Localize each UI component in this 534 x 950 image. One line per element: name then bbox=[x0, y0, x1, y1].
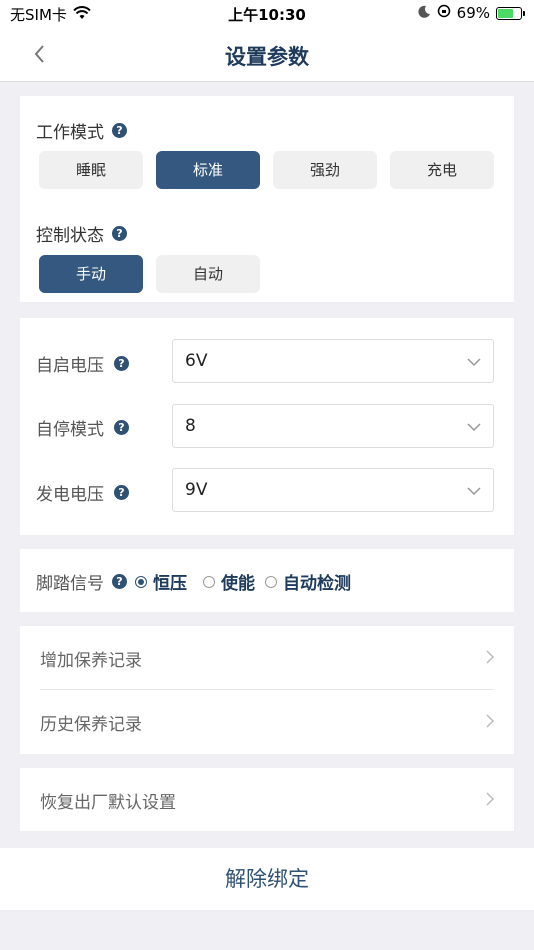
help-icon[interactable]: ? bbox=[112, 123, 127, 138]
unbind-button[interactable]: 解除绑定 bbox=[0, 848, 534, 910]
auto-stop-mode-value: 8 bbox=[185, 416, 196, 436]
chevron-down-icon bbox=[467, 423, 481, 432]
mode-strong-button[interactable]: 强劲 bbox=[273, 151, 377, 189]
control-manual-button[interactable]: 手动 bbox=[39, 255, 143, 293]
mode-card: 工作模式 ? 睡眠 标准 强劲 充电 控制状态 ? 手动 自动 bbox=[20, 96, 514, 302]
nav-bar: 设置参数 bbox=[0, 28, 534, 82]
battery-icon bbox=[496, 6, 525, 20]
auto-start-voltage-select[interactable]: 6V bbox=[172, 339, 494, 383]
pedal-signal-label: 脚踏信号 bbox=[36, 574, 104, 594]
param-label-row: 自停模式 ? bbox=[36, 415, 129, 440]
generation-voltage-select[interactable]: 9V bbox=[172, 468, 494, 512]
radio-label: 使能 bbox=[221, 574, 255, 594]
history-maintenance-row[interactable]: 历史保养记录 bbox=[20, 690, 514, 753]
control-auto-button[interactable]: 自动 bbox=[156, 255, 260, 293]
chevron-right-icon bbox=[486, 792, 495, 806]
help-icon[interactable]: ? bbox=[112, 574, 127, 589]
chevron-right-icon bbox=[486, 650, 495, 664]
radio-unchecked-icon bbox=[203, 575, 215, 588]
radio-constant-voltage[interactable]: 恒压 bbox=[135, 569, 187, 594]
help-icon[interactable]: ? bbox=[112, 226, 127, 241]
maintenance-card: 增加保养记录 历史保养记录 bbox=[20, 626, 514, 754]
pedal-signal-row: 脚踏信号 ? 恒压 使能 自动检测 bbox=[36, 569, 351, 594]
radio-checked-icon bbox=[135, 575, 147, 588]
help-icon[interactable]: ? bbox=[114, 485, 129, 500]
chevron-right-icon bbox=[486, 714, 495, 728]
param-label-row: 发电电压 ? bbox=[36, 480, 129, 505]
chevron-down-icon bbox=[467, 487, 481, 496]
pedal-signal-card: 脚踏信号 ? 恒压 使能 自动检测 bbox=[20, 549, 514, 612]
radio-enable[interactable]: 使能 bbox=[203, 569, 255, 594]
work-mode-label: 工作模式 bbox=[36, 123, 104, 143]
auto-start-voltage-value: 6V bbox=[185, 351, 208, 371]
moon-icon bbox=[418, 4, 431, 22]
factory-reset-card: 恢复出厂默认设置 bbox=[20, 768, 514, 831]
history-maintenance-label: 历史保养记录 bbox=[40, 715, 142, 735]
add-maintenance-label: 增加保养记录 bbox=[40, 651, 142, 671]
generation-voltage-value: 9V bbox=[185, 480, 208, 500]
help-icon[interactable]: ? bbox=[114, 420, 129, 435]
radio-unchecked-icon bbox=[265, 575, 277, 588]
mode-sleep-button[interactable]: 睡眠 bbox=[39, 151, 143, 189]
battery-percent: 69% bbox=[456, 4, 490, 22]
status-bar: 无SIM卡 上午10:30 69% bbox=[0, 0, 534, 28]
mode-standard-button[interactable]: 标准 bbox=[156, 151, 260, 189]
chevron-down-icon bbox=[467, 358, 481, 367]
page-title: 设置参数 bbox=[225, 45, 309, 69]
add-maintenance-row[interactable]: 增加保养记录 bbox=[20, 626, 514, 690]
params-card: 自启电压 ? 6V 自停模式 ? 8 发电电压 ? 9V bbox=[20, 318, 514, 535]
radio-label: 恒压 bbox=[153, 574, 187, 594]
control-state-label: 控制状态 bbox=[36, 226, 104, 246]
auto-stop-mode-label: 自停模式 bbox=[36, 420, 104, 440]
control-state-section: 控制状态 ? bbox=[36, 221, 127, 246]
orientation-lock-icon bbox=[437, 4, 451, 22]
mode-charge-button[interactable]: 充电 bbox=[390, 151, 494, 189]
help-icon[interactable]: ? bbox=[114, 356, 129, 371]
factory-reset-label: 恢复出厂默认设置 bbox=[40, 793, 176, 813]
factory-reset-row[interactable]: 恢复出厂默认设置 bbox=[20, 768, 514, 831]
param-label-row: 自启电压 ? bbox=[36, 351, 129, 376]
radio-auto-detect[interactable]: 自动检测 bbox=[265, 569, 351, 594]
radio-label: 自动检测 bbox=[283, 574, 351, 594]
work-mode-section: 工作模式 ? bbox=[36, 118, 127, 143]
generation-voltage-label: 发电电压 bbox=[36, 485, 104, 505]
status-right: 69% bbox=[418, 4, 525, 22]
auto-stop-mode-select[interactable]: 8 bbox=[172, 404, 494, 448]
auto-start-voltage-label: 自启电压 bbox=[36, 356, 104, 376]
